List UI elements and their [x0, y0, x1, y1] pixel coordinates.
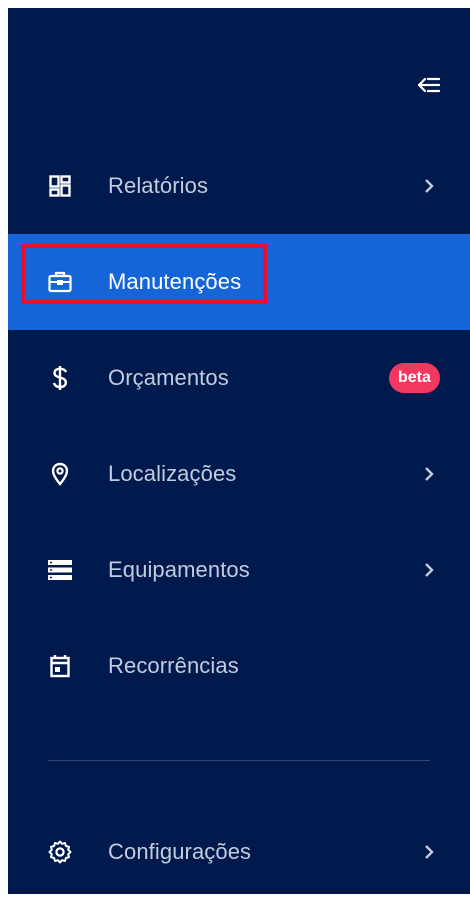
collapse-left-icon	[418, 77, 440, 93]
sidebar-item-equipamentos[interactable]: Equipamentos	[8, 522, 470, 618]
sidebar-item-manutencoes[interactable]: Manutenções	[8, 234, 470, 330]
sidebar-item-relatorios[interactable]: Relatórios	[8, 138, 470, 234]
sidebar-item-label: Orçamentos	[108, 365, 229, 390]
divider	[48, 760, 430, 761]
sidebar-item-label: Recorrências	[108, 653, 239, 678]
dollar-icon	[48, 366, 72, 390]
sidebar-item-label: Manutenções	[108, 269, 242, 294]
sidebar-item-recorrencias[interactable]: Recorrências	[8, 618, 470, 714]
dashboard-icon	[48, 174, 72, 198]
sidebar-item-label: Localizações	[108, 461, 237, 486]
location-pin-icon	[48, 462, 72, 486]
sidebar-item-orcamentos[interactable]: Orçamentos beta	[8, 330, 470, 426]
gear-icon	[48, 840, 72, 864]
sidebar-item-label: Equipamentos	[108, 557, 250, 582]
chevron-right-icon	[422, 843, 436, 861]
server-icon	[48, 558, 72, 582]
sidebar-item-label: Configurações	[108, 839, 252, 864]
beta-badge: beta	[389, 363, 440, 393]
sidebar-item-localizacoes[interactable]: Localizações	[8, 426, 470, 522]
toolbox-icon	[48, 270, 72, 294]
sidebar-item-label: Relatórios	[108, 173, 209, 198]
sidebar-item-configuracoes[interactable]: Configurações	[8, 804, 470, 900]
sidebar: Relatórios Manutenções Orçamentos beta L…	[8, 8, 470, 894]
calendar-icon	[48, 654, 72, 678]
chevron-right-icon	[422, 465, 436, 483]
chevron-right-icon	[422, 561, 436, 579]
chevron-right-icon	[422, 177, 436, 195]
collapse-sidebar-button[interactable]	[414, 70, 444, 100]
